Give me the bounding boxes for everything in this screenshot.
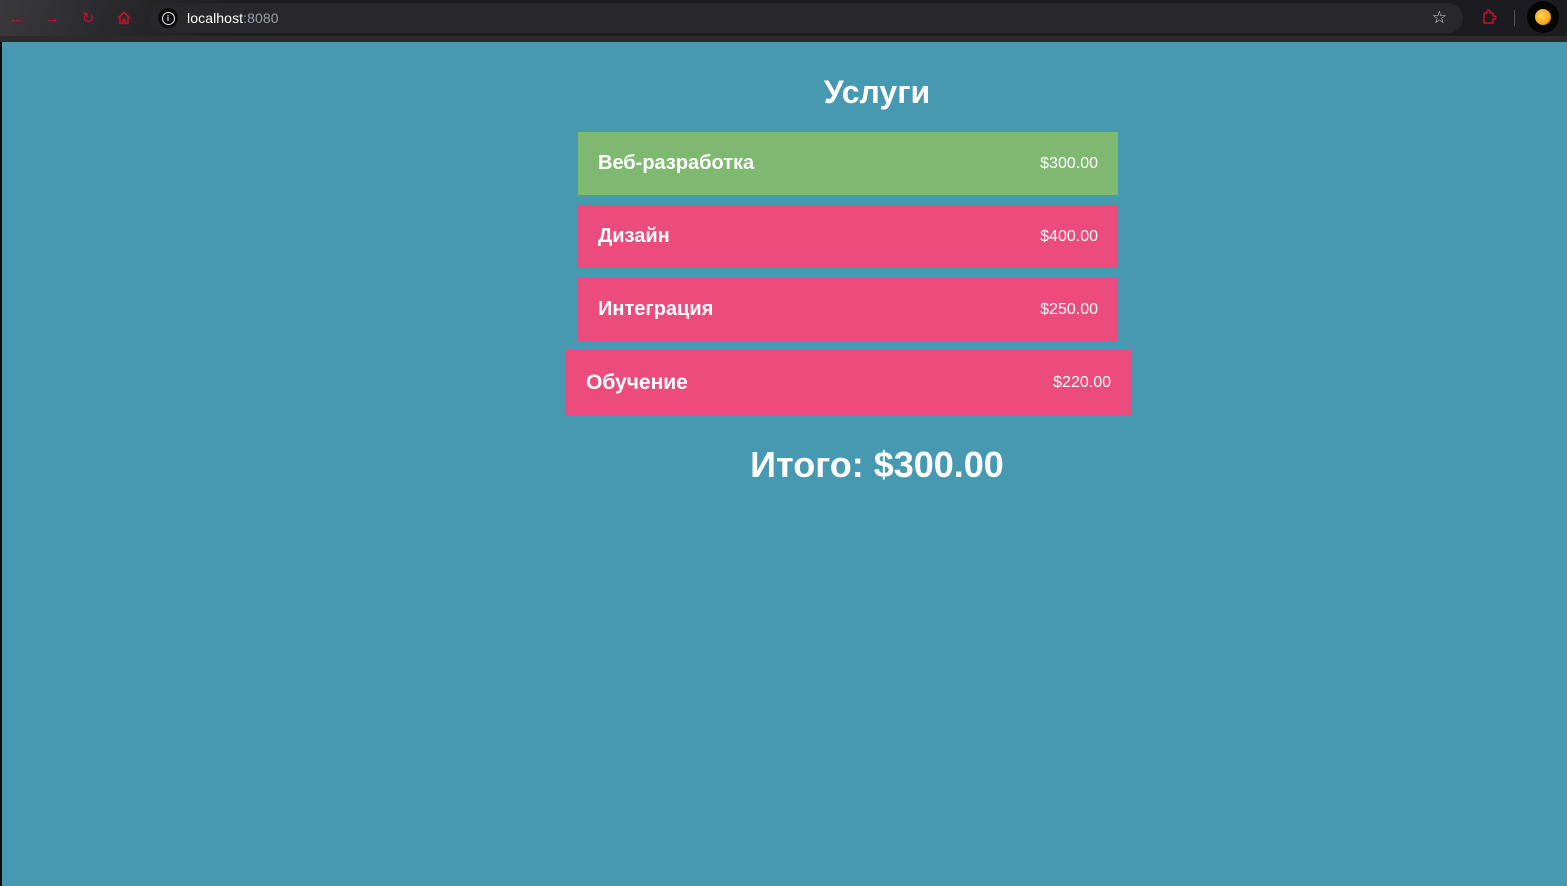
service-item-training[interactable]: Обучение $220.00 — [565, 350, 1132, 415]
page-content: Услуги Веб-разработка $300.00 Дизайн $40… — [2, 42, 1567, 886]
service-name: Веб-разработка — [598, 152, 755, 174]
service-name: Дизайн — [598, 225, 670, 247]
service-name: Интеграция — [598, 298, 714, 320]
reload-button[interactable]: ↻ — [77, 7, 99, 29]
page-title: Услуги — [823, 74, 931, 110]
browser-toolbar: ← → ↻ i localhost:8080 ☆ — [0, 0, 1567, 42]
back-button[interactable]: ← — [5, 7, 27, 29]
arrow-left-icon: ← — [8, 9, 24, 27]
service-price: $300.00 — [1040, 154, 1098, 172]
puzzle-icon — [1483, 9, 1497, 24]
url-text[interactable]: localhost:8080 — [187, 10, 279, 26]
service-item-design[interactable]: Дизайн $400.00 — [578, 205, 1118, 268]
home-button[interactable] — [113, 7, 135, 29]
service-price: $400.00 — [1040, 227, 1098, 245]
url-port: :8080 — [243, 10, 279, 26]
reload-icon: ↻ — [81, 10, 95, 27]
avatar[interactable] — [1527, 1, 1559, 33]
arrow-right-icon: → — [44, 9, 60, 27]
service-name: Обучение — [586, 370, 688, 394]
service-price: $220.00 — [1053, 373, 1111, 391]
total-amount: Итого: $300.00 — [750, 444, 1004, 485]
avatar-image — [1535, 9, 1551, 25]
extensions-button[interactable] — [1479, 7, 1499, 27]
url-host: localhost — [187, 10, 244, 26]
star-icon[interactable]: ☆ — [1432, 8, 1447, 28]
service-item-web-development[interactable]: Веб-разработка $300.00 — [578, 132, 1118, 195]
info-icon: i — [161, 11, 175, 25]
forward-button[interactable]: → — [41, 7, 63, 29]
service-item-integration[interactable]: Интеграция $250.00 — [578, 278, 1118, 341]
address-bar[interactable]: i localhost:8080 ☆ — [150, 3, 1463, 33]
home-icon — [117, 11, 131, 25]
service-price: $250.00 — [1040, 300, 1098, 318]
toolbar-divider — [1514, 10, 1515, 26]
site-info-button[interactable]: i — [158, 8, 178, 28]
